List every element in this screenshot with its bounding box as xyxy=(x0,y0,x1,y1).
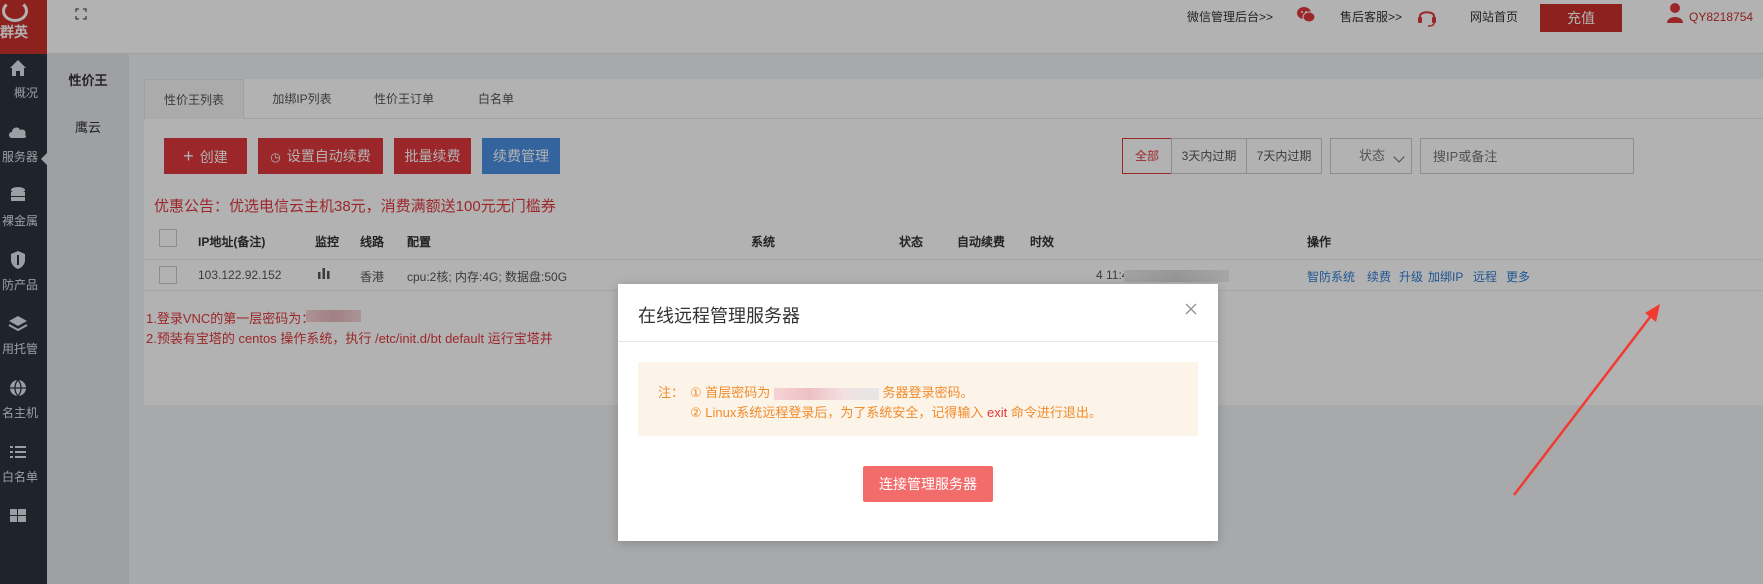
redacted-password xyxy=(773,387,879,400)
note-line-1-b: 务器登录密码。 xyxy=(882,385,974,400)
remote-manage-modal: 在线远程管理服务器 注： ① 首层密码为 务器登录密码。 ② Linux系统远程… xyxy=(618,284,1218,541)
note-line-1-a: ① 首层密码为 xyxy=(690,385,771,400)
note-line-2: ② Linux系统远程登录后，为了系统安全，记得输入 exit 命令进行退出。 xyxy=(690,402,1102,421)
note-line-2-b: 命令进行退出。 xyxy=(1007,405,1102,420)
modal-header: 在线远程管理服务器 xyxy=(618,284,1218,342)
modal-notice: 注： ① 首层密码为 务器登录密码。 ② Linux系统远程登录后，为了系统安全… xyxy=(638,362,1198,436)
note-label: 注： xyxy=(658,385,685,400)
exit-command: exit xyxy=(986,405,1008,420)
note-line-1: ① 首层密码为 务器登录密码。 xyxy=(690,382,974,401)
modal-title: 在线远程管理服务器 xyxy=(638,306,800,326)
note-line-2-a: ② Linux系统远程登录后，为了系统安全，记得输入 xyxy=(690,405,987,420)
connect-server-button[interactable]: 连接管理服务器 xyxy=(863,466,993,502)
close-icon[interactable] xyxy=(1184,302,1198,316)
